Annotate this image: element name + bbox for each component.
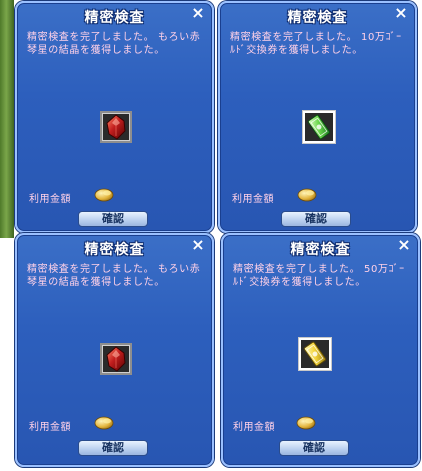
cost-label: 利用金額 bbox=[29, 422, 71, 433]
inspection-result-dialog: 精密検査 × 精密検査を完了しました。 50万ｺﾞｰﾙﾄﾞ交換券を獲得しました。… bbox=[221, 233, 420, 467]
gold-coin-icon bbox=[296, 416, 316, 430]
close-icon[interactable]: × bbox=[190, 237, 206, 253]
obtained-item-slot[interactable] bbox=[303, 111, 335, 143]
dialog-title: 精密検査 bbox=[84, 10, 145, 26]
gold-coin-icon bbox=[94, 188, 114, 202]
cost-label: 利用金額 bbox=[233, 422, 275, 433]
red-crystal-icon bbox=[106, 114, 126, 140]
inspection-result-dialog: 精密検査 × 精密検査を完了しました。 もろい赤琴星の結晶を獲得しました。 利用… bbox=[15, 233, 214, 467]
result-message: 精密検査を完了しました。 10万ｺﾞｰﾙﾄﾞ交換券を獲得しました。 bbox=[230, 32, 402, 56]
confirm-button[interactable]: 確認 bbox=[78, 211, 148, 227]
confirm-button[interactable]: 確認 bbox=[279, 440, 349, 456]
cost-label: 利用金額 bbox=[232, 194, 274, 205]
confirm-button[interactable]: 確認 bbox=[78, 440, 148, 456]
obtained-item-slot[interactable] bbox=[100, 343, 132, 375]
green-gold-ticket-icon bbox=[307, 114, 331, 140]
inspection-result-dialog: 精密検査 × 精密検査を完了しました。 10万ｺﾞｰﾙﾄﾞ交換券を獲得しました。… bbox=[218, 1, 417, 233]
dialog-title: 精密検査 bbox=[287, 10, 348, 26]
close-icon[interactable]: × bbox=[393, 5, 409, 21]
confirm-button[interactable]: 確認 bbox=[281, 211, 351, 227]
obtained-item-slot[interactable] bbox=[100, 111, 132, 143]
red-crystal-icon bbox=[106, 346, 126, 372]
game-background bbox=[0, 0, 14, 238]
result-message: 精密検査を完了しました。 もろい赤琴星の結晶を獲得しました。 bbox=[27, 32, 201, 56]
gold-coin-icon bbox=[297, 188, 317, 202]
close-icon[interactable]: × bbox=[190, 5, 206, 21]
dialog-title: 精密検査 bbox=[290, 242, 351, 258]
close-icon[interactable]: × bbox=[396, 237, 412, 253]
result-message: 精密検査を完了しました。 50万ｺﾞｰﾙﾄﾞ交換券を獲得しました。 bbox=[233, 264, 405, 288]
gold-coin-icon bbox=[94, 416, 114, 430]
result-message: 精密検査を完了しました。 もろい赤琴星の結晶を獲得しました。 bbox=[27, 264, 201, 288]
obtained-item-slot[interactable] bbox=[299, 338, 331, 370]
dialog-title: 精密検査 bbox=[84, 242, 145, 258]
cost-label: 利用金額 bbox=[29, 194, 71, 205]
inspection-result-dialog: 精密検査 × 精密検査を完了しました。 もろい赤琴星の結晶を獲得しました。 利用… bbox=[15, 1, 214, 233]
yellow-gold-ticket-icon bbox=[303, 341, 327, 367]
